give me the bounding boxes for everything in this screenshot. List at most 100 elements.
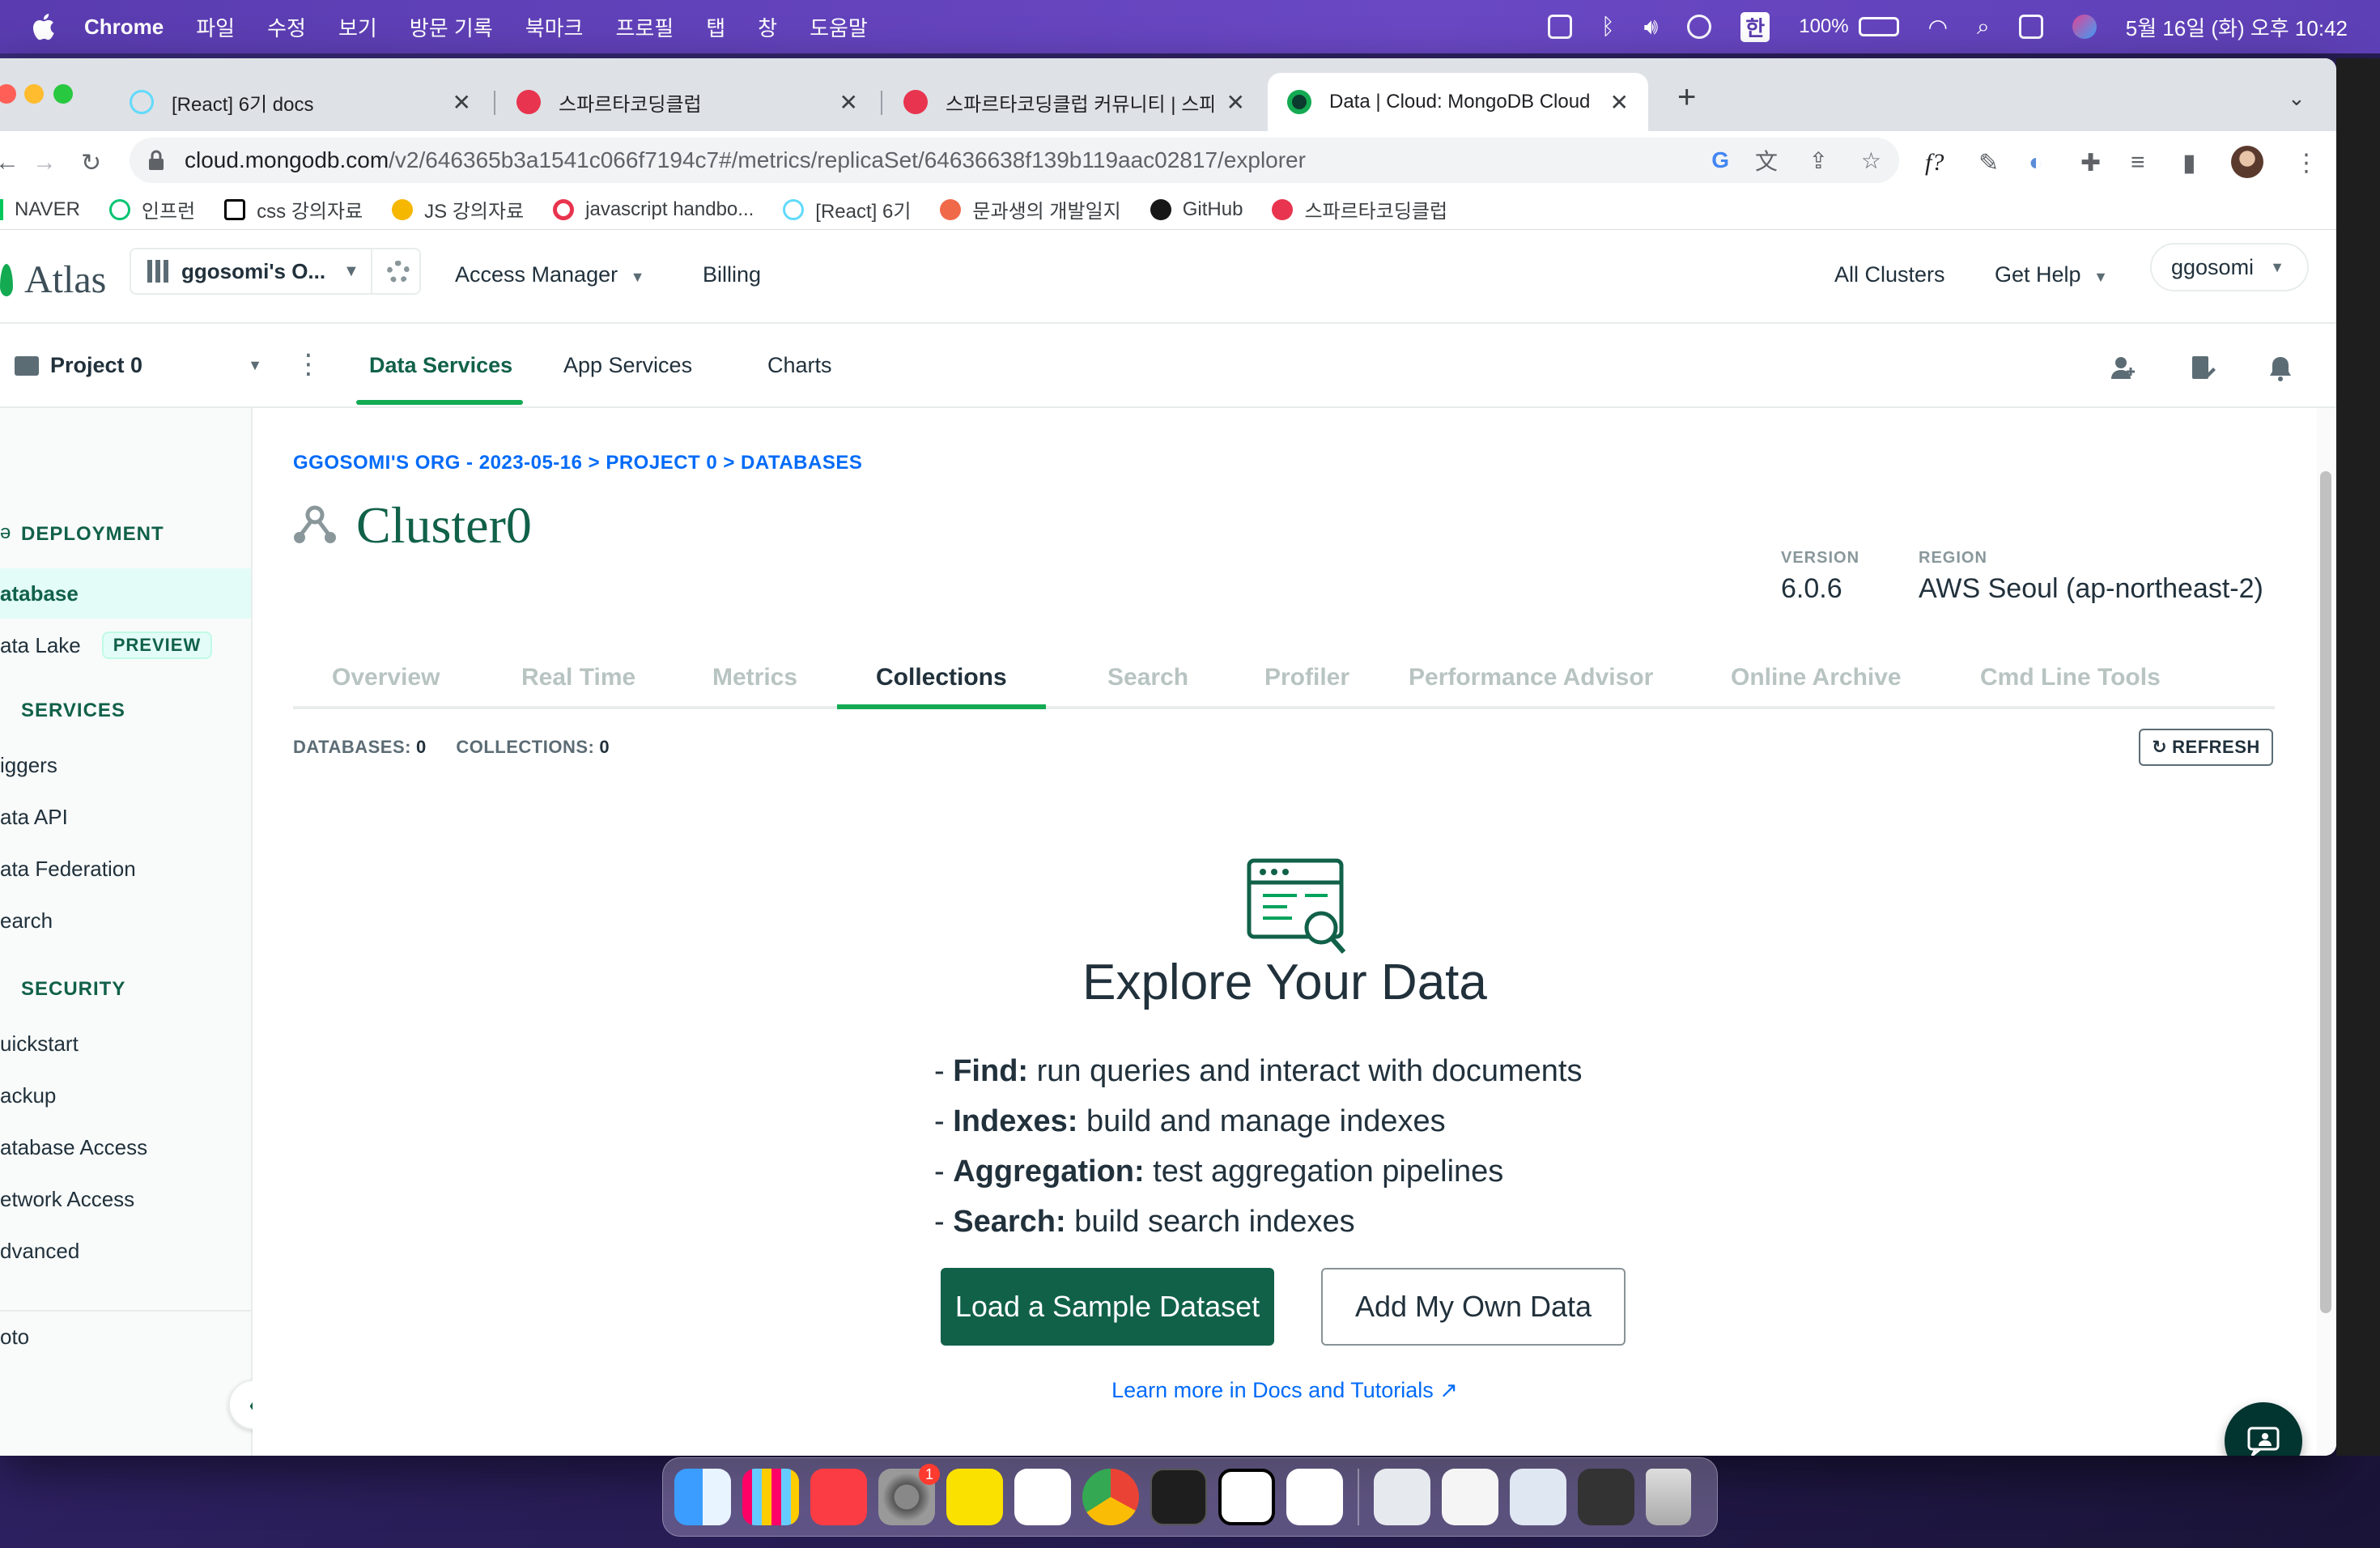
system-settings-icon[interactable]: 1: [878, 1464, 940, 1525]
document-icon[interactable]: [1374, 1469, 1430, 1525]
close-icon[interactable]: ✕: [839, 89, 858, 116]
extension-circle-icon[interactable]: ◐: [2029, 149, 2043, 176]
translate-icon[interactable]: 文: [1755, 144, 1778, 176]
invite-user-icon[interactable]: [2110, 355, 2137, 382]
tab-profiler[interactable]: Profiler: [1264, 664, 1349, 691]
google-g-icon[interactable]: G: [1711, 147, 1729, 173]
window-layout-icon[interactable]: [1547, 15, 1572, 39]
menu-help[interactable]: 도움말: [810, 12, 868, 42]
sidebar-item-data-federation[interactable]: ata Federation: [0, 844, 251, 894]
sidebar-item-backup[interactable]: ackup: [0, 1070, 251, 1121]
tab-cmd-line-tools[interactable]: Cmd Line Tools: [1980, 664, 2161, 691]
notification-bell-icon[interactable]: [2267, 355, 2294, 382]
notion-icon[interactable]: [1218, 1469, 1275, 1525]
chat-support-button[interactable]: [2225, 1402, 2302, 1456]
tab-metrics[interactable]: Metrics: [712, 664, 797, 691]
battery-percentage[interactable]: 100%: [1799, 15, 1848, 38]
spotlight-search-icon[interactable]: ⌕: [1977, 14, 1990, 40]
sidebar-item-database[interactable]: atabase: [0, 568, 251, 619]
browser-tab[interactable]: 스파르타코딩클럽 ✕: [497, 73, 878, 131]
vscode-icon[interactable]: [1286, 1469, 1343, 1525]
bookmark-item[interactable]: GitHub: [1150, 198, 1243, 221]
sidebar-item-database-access[interactable]: atabase Access: [0, 1122, 251, 1172]
page-scrollbar[interactable]: [2317, 408, 2336, 1456]
organization-selector[interactable]: ggosomi's O... ▼: [130, 248, 421, 295]
refresh-button[interactable]: ↻ REFRESH: [2139, 729, 2273, 766]
close-icon[interactable]: ✕: [1610, 89, 1629, 116]
menu-window[interactable]: 창: [758, 12, 777, 42]
bookmark-item[interactable]: 인프런: [108, 195, 195, 223]
battery-icon[interactable]: [1858, 17, 1899, 36]
launchpad-icon[interactable]: [742, 1469, 799, 1525]
terminal-icon[interactable]: [1150, 1469, 1207, 1525]
reload-icon[interactable]: ↻: [81, 149, 101, 177]
browser-tab[interactable]: 스파르타코딩클럽 커뮤니티 | 스파르타 ✕: [884, 73, 1264, 131]
tab-collections[interactable]: Collections: [876, 664, 1007, 691]
window-zoom-button[interactable]: [53, 84, 73, 104]
forward-arrow-icon[interactable]: →: [32, 149, 57, 176]
menu-file[interactable]: 파일: [196, 12, 235, 42]
recent-window-icon[interactable]: [1578, 1469, 1634, 1525]
load-sample-dataset-button[interactable]: Load a Sample Dataset: [941, 1268, 1274, 1346]
gear-icon[interactable]: [387, 261, 410, 283]
sidebar-item-search[interactable]: earch: [0, 895, 251, 946]
apple-icon[interactable]: [31, 13, 55, 40]
project-selector[interactable]: Project 0 ▼: [15, 353, 262, 378]
sidebar-item-goto[interactable]: oto: [0, 1312, 251, 1362]
wifi-icon[interactable]: ◠: [1928, 14, 1948, 40]
finder-icon[interactable]: [674, 1469, 731, 1525]
access-manager-menu[interactable]: Access Manager ▼: [455, 262, 644, 287]
share-icon[interactable]: ⇪: [1809, 147, 1828, 174]
profile-avatar[interactable]: [2231, 146, 2263, 178]
menu-tab[interactable]: 탭: [706, 12, 725, 42]
tab-app-services[interactable]: App Services: [563, 353, 692, 378]
address-bar[interactable]: cloud.mongodb.com/v2/646365b3a1541c066f7…: [130, 138, 1899, 183]
learn-more-link[interactable]: Learn more in Docs and Tutorials ↗: [253, 1378, 2317, 1403]
atlas-logo[interactable]: Atlas: [0, 257, 106, 302]
all-clusters-link[interactable]: All Clusters: [1834, 262, 1945, 287]
billing-link[interactable]: Billing: [703, 262, 761, 287]
user-menu[interactable]: ggosomi ▼: [2150, 243, 2309, 291]
menu-bookmarks[interactable]: 북마크: [525, 12, 584, 42]
sidebar-item-quickstart[interactable]: uickstart: [0, 1019, 251, 1069]
menubar-clock[interactable]: 5월 16일 (화) 오후 10:42: [2126, 12, 2348, 42]
close-icon[interactable]: ✕: [1226, 89, 1245, 116]
bookmark-item[interactable]: javascript handbo...: [553, 198, 754, 221]
side-panel-icon[interactable]: ▮: [2182, 149, 2196, 177]
formula-extension-icon[interactable]: f?: [1925, 149, 1944, 176]
sidebar-item-data-api[interactable]: ata API: [0, 792, 251, 842]
siri-icon[interactable]: [2072, 15, 2097, 39]
window-minimize-button[interactable]: [24, 84, 44, 104]
lock-icon[interactable]: [147, 150, 165, 171]
menu-history[interactable]: 방문 기록: [410, 12, 493, 42]
slack-icon[interactable]: [1014, 1469, 1071, 1525]
kakaotalk-icon[interactable]: [946, 1469, 1003, 1525]
bookmark-item[interactable]: 문과생의 개발일지: [940, 195, 1121, 223]
volume-icon[interactable]: 🔊︎: [1644, 14, 1659, 40]
reading-list-icon[interactable]: ≡: [2131, 149, 2145, 176]
bookmark-item[interactable]: css 강의자료: [224, 195, 363, 223]
activity-feed-icon[interactable]: [2189, 355, 2216, 382]
extensions-puzzle-icon[interactable]: ✚: [2080, 149, 2101, 177]
window-close-button[interactable]: [0, 84, 16, 104]
menu-profiles[interactable]: 프로필: [615, 12, 674, 42]
bookmark-item[interactable]: 스파르타코딩클럽: [1272, 195, 1447, 223]
browser-tab[interactable]: [React] 6기 docs ✕: [110, 73, 491, 131]
tab-charts[interactable]: Charts: [767, 353, 832, 378]
tab-real-time[interactable]: Real Time: [521, 664, 635, 691]
scrollbar-thumb[interactable]: [2320, 471, 2331, 1313]
menu-edit[interactable]: 수정: [267, 12, 306, 42]
input-source-icon[interactable]: 한: [1740, 11, 1770, 42]
play-icon[interactable]: [1687, 15, 1712, 39]
bookmark-star-icon[interactable]: ☆: [1861, 147, 1881, 174]
tab-online-archive[interactable]: Online Archive: [1731, 664, 1902, 691]
tab-performance-advisor[interactable]: Performance Advisor: [1409, 664, 1653, 691]
add-my-own-data-button[interactable]: Add My Own Data: [1321, 1268, 1626, 1346]
eyedropper-extension-icon[interactable]: ✎: [1978, 149, 1999, 177]
sidebar-item-triggers[interactable]: iggers: [0, 740, 251, 790]
sidebar-item-network-access[interactable]: etwork Access: [0, 1174, 251, 1224]
browser-tab-active[interactable]: Data | Cloud: MongoDB Cloud ✕: [1268, 73, 1648, 131]
back-arrow-icon[interactable]: ←: [0, 149, 19, 176]
project-more-icon[interactable]: ⋮: [295, 348, 322, 381]
menu-app-name[interactable]: Chrome: [84, 15, 164, 40]
